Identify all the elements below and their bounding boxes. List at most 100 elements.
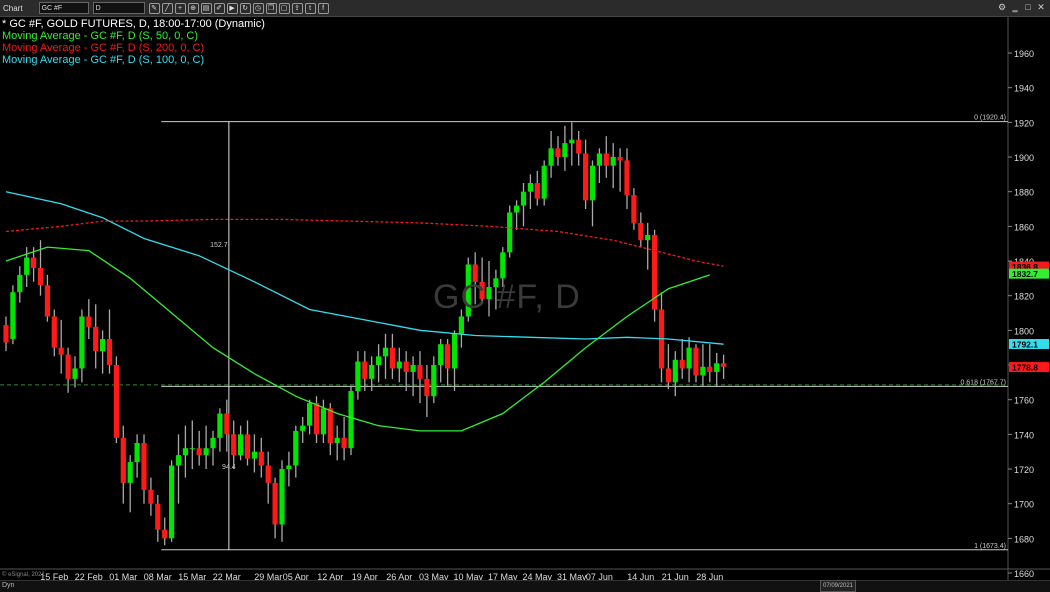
x-tick-label: 01 Mar: [109, 572, 137, 580]
x-tick-label: 12 Apr: [317, 572, 343, 580]
y-tick-label: 1900: [1014, 153, 1034, 163]
candle-body: [44, 285, 50, 317]
x-tick-label: 31 May: [557, 572, 587, 580]
candle-body: [327, 408, 333, 443]
candle-body: [231, 434, 237, 456]
x-tick-label: 28 Jun: [696, 572, 723, 580]
legend-main-series[interactable]: * GC #F, GOLD FUTURES, D, 18:00-17:00 (D…: [2, 18, 265, 30]
play-icon[interactable]: ▶: [226, 2, 238, 14]
candle-body: [527, 183, 533, 192]
candle-body: [624, 160, 630, 196]
candle-body: [672, 359, 678, 383]
y-tick-label: 1860: [1014, 222, 1034, 232]
minimize-icon[interactable]: ‗: [1010, 2, 1020, 12]
candle-body: [334, 437, 340, 443]
share-icon[interactable]: ⇪: [291, 2, 303, 14]
candle-body: [603, 153, 609, 166]
candle-body: [238, 434, 244, 456]
candle-body: [93, 326, 99, 352]
y-tick-label: 1880: [1014, 188, 1034, 198]
candle-body: [293, 430, 299, 466]
y-tick-label: 1660: [1014, 569, 1034, 579]
y-tick-label: 1760: [1014, 396, 1034, 406]
candle-body: [307, 403, 313, 426]
candle-body: [141, 443, 147, 490]
candle-body: [693, 347, 699, 376]
close-icon[interactable]: ✕: [1036, 2, 1046, 12]
fib-level-label: 0 (1920.4): [974, 115, 1006, 122]
candle-body: [286, 465, 292, 469]
candle-body: [389, 347, 395, 369]
chart-legend: * GC #F, GOLD FUTURES, D, 18:00-17:00 (D…: [2, 18, 265, 66]
candle-body: [106, 339, 113, 365]
x-tick-label: 17 May: [488, 572, 518, 580]
candle-body: [355, 361, 361, 391]
copy-icon[interactable]: ❐: [265, 2, 277, 14]
candle-body: [10, 292, 16, 339]
chart-toolbar: Chart ✎ ╱ + ⊕ ▤ ✐ ▶ ↻ ◷ ❐ ▢ ⇪ t f ⚙ ‗ □ …: [0, 0, 1050, 17]
candle-body: [203, 448, 209, 456]
candle-body: [445, 344, 451, 369]
line-tool-icon[interactable]: ╱: [161, 2, 173, 14]
candle-body: [100, 339, 106, 352]
x-tick-label: 15 Mar: [178, 572, 206, 580]
candle-body: [17, 274, 23, 293]
chart-type-icon[interactable]: ▤: [200, 2, 212, 14]
candle-body: [562, 143, 568, 157]
candle-body: [369, 365, 375, 379]
candle-body: [438, 344, 444, 365]
legend-ma100[interactable]: Moving Average - GC #F, D (S, 100, 0, C): [2, 54, 265, 66]
candle-body: [514, 205, 520, 213]
candle-body: [113, 365, 119, 438]
period-input[interactable]: [92, 2, 145, 14]
date-box: 07/09/2021: [820, 580, 856, 592]
facebook-icon[interactable]: f: [317, 2, 329, 14]
x-tick-label: 08 Mar: [144, 572, 172, 580]
candle-body: [162, 529, 168, 539]
candle-body: [196, 448, 202, 456]
x-tick-label: 21 Jun: [662, 572, 689, 580]
twitter-icon[interactable]: t: [304, 2, 316, 14]
legend-ma50[interactable]: Moving Average - GC #F, D (S, 50, 0, C): [2, 30, 265, 42]
candle-body: [686, 347, 692, 369]
candle-body: [313, 403, 320, 435]
pencil-icon[interactable]: ✎: [148, 2, 160, 14]
y-tick-label: 1800: [1014, 326, 1034, 336]
y-tick-label: 1960: [1014, 49, 1034, 59]
settings-icon[interactable]: ⚙: [997, 2, 1007, 12]
candle-body: [382, 347, 389, 357]
crosshair-icon[interactable]: +: [174, 2, 186, 14]
symbol-input[interactable]: [38, 2, 89, 14]
candle-body: [555, 148, 561, 157]
zoom-icon[interactable]: ⊕: [187, 2, 199, 14]
candle-body: [51, 316, 57, 348]
candle-body: [541, 165, 547, 199]
candle-body: [458, 316, 464, 334]
candle-body: [224, 413, 230, 435]
x-tick-label: 22 Feb: [75, 572, 103, 580]
candle-body: [410, 365, 416, 372]
legend-ma200[interactable]: Moving Average - GC #F, D (S, 200, 0, C): [2, 42, 265, 54]
price-tag-label: 1832.7: [1012, 269, 1038, 279]
candle-body: [610, 157, 616, 166]
y-tick-label: 1720: [1014, 465, 1034, 475]
candle-body: [396, 361, 402, 369]
maximize-icon[interactable]: □: [1023, 2, 1033, 12]
refresh-icon[interactable]: ↻: [239, 2, 251, 14]
candle-body: [31, 257, 37, 268]
price-tag-label: 1778.8: [1012, 363, 1038, 373]
time-scroll-bar[interactable]: Dyn: [0, 580, 1050, 592]
candle-body: [362, 361, 368, 379]
candle-body: [272, 482, 278, 525]
draw-icon[interactable]: ✐: [213, 2, 225, 14]
clock-icon[interactable]: ◷: [252, 2, 264, 14]
candle-body: [424, 378, 430, 397]
candle-body: [714, 363, 720, 372]
window-icon[interactable]: ▢: [278, 2, 290, 14]
candle-body: [182, 448, 188, 456]
candle-body: [175, 455, 182, 466]
candle-body: [210, 437, 216, 449]
dynamic-toggle[interactable]: Dyn: [2, 582, 14, 589]
fib-level-label: 1 (1673.4): [974, 543, 1006, 550]
candle-body: [569, 139, 575, 144]
